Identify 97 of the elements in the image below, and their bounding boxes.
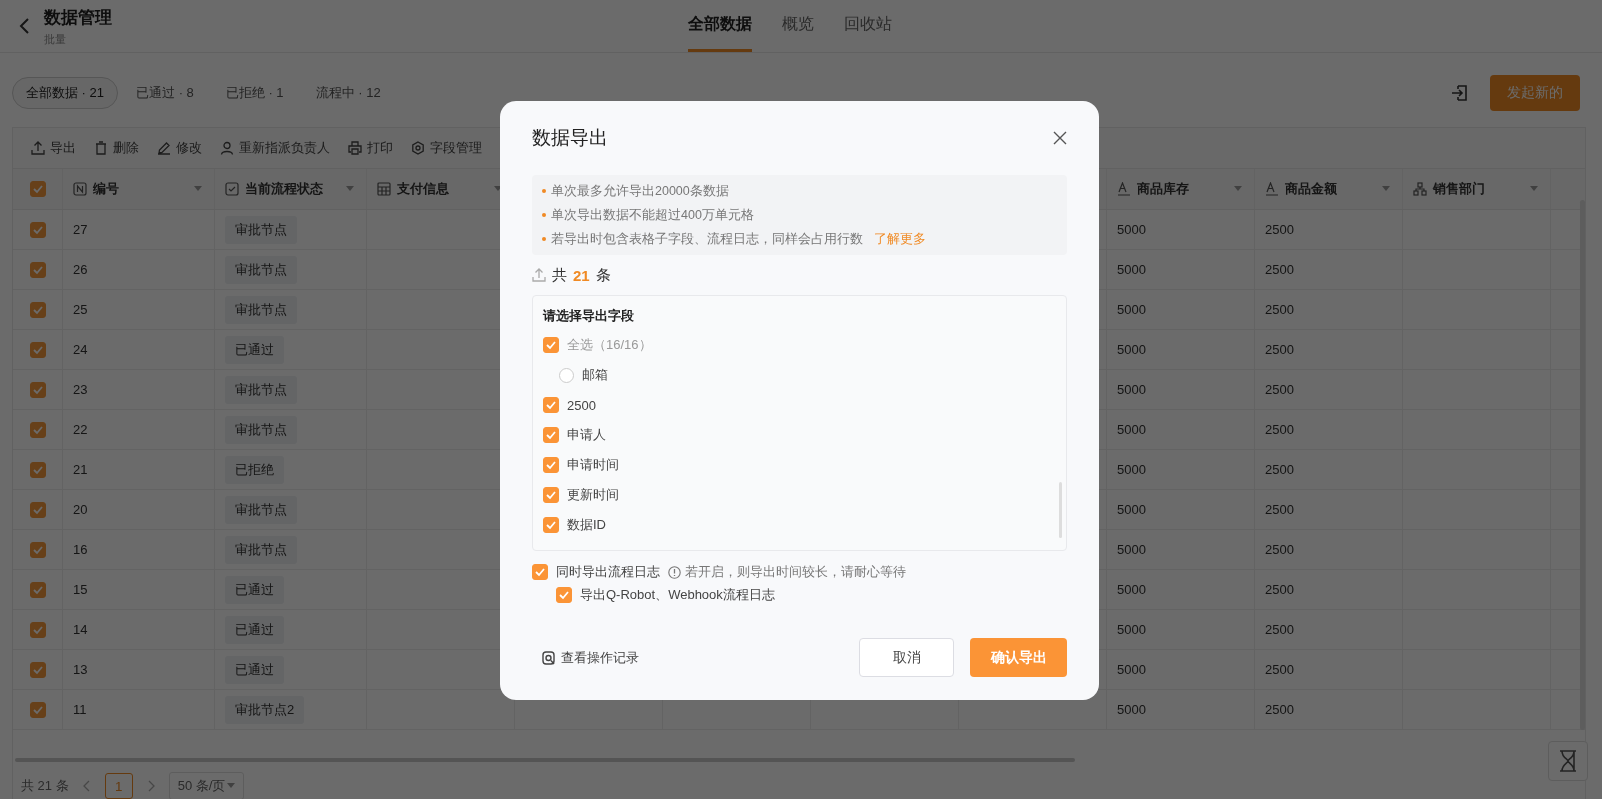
cancel-button[interactable]: 取消 [859,638,954,677]
count-label: 条 [595,265,611,285]
table-cell: 24 [73,342,88,357]
notice-text: 单次导出数据不能超过400万单元格 [551,206,754,224]
option-hint: 若开启，则导出时间较长，请耐心等待 [685,563,906,581]
status-tag: 已通过 [225,615,284,644]
field-label: 邮箱 [582,366,608,384]
table-cell: 2500 [1265,582,1294,597]
table-cell: 5000 [1117,662,1146,677]
history-link[interactable]: 查看操作记录 [542,648,639,667]
toolbar-button[interactable]: 字段管理 [405,139,488,157]
table-cell: 5000 [1117,422,1146,437]
status-tag: 审批节点2 [225,695,305,724]
table-cell: 15 [73,582,88,597]
table-cell: 25 [73,302,88,317]
page-size-select[interactable]: 50 条/页 [168,772,245,799]
filter-tab[interactable]: 流程中 · 12 [301,77,395,109]
table-cell: 11 [73,702,87,717]
toolbar-button[interactable]: 导出 [25,139,82,157]
table-cell: 5000 [1117,702,1146,717]
field-label: 全选（16/16） [567,336,652,354]
column-header[interactable]: 销售部门 [1403,169,1551,209]
confirm-export-button[interactable]: 确认导出 [970,638,1067,677]
table-cell: 23 [73,382,88,397]
table-cell: 2500 [1265,222,1294,237]
table-cell: 5000 [1117,302,1146,317]
learn-more-link[interactable]: 了解更多 [874,230,926,248]
table-cell: 14 [73,622,88,637]
toolbar-button[interactable]: 打印 [342,139,399,157]
table-cell: 2500 [1265,622,1294,637]
filter-tab[interactable]: 全部数据 · 21 [12,77,118,109]
field-list-title: 请选择导出字段 [543,307,635,325]
field-label: 申请时间 [567,456,619,474]
table-cell: 26 [73,262,88,277]
count-label: 共 [552,265,567,285]
toolbar-button[interactable]: 修改 [151,139,208,157]
nav-tab[interactable]: 回收站 [844,0,892,52]
toolbar-button[interactable]: 重新指派负责人 [214,139,336,157]
table-cell: 13 [73,662,88,677]
table-cell: 2500 [1265,502,1294,517]
dialog-title: 数据导出 [532,126,608,150]
column-header[interactable]: 当前流程状态 [215,169,367,209]
table-cell: 2500 [1265,542,1294,557]
table-cell: 20 [73,502,88,517]
filter-tab[interactable]: 已通过 · 8 [122,77,208,109]
table-cell: 5000 [1117,542,1146,557]
field-label: 申请人 [567,426,606,444]
option-label: 同时导出流程日志 [556,563,660,581]
page-title: 数据管理 [44,6,112,29]
table-cell: 5000 [1117,582,1146,597]
status-tag: 审批节点 [225,415,297,444]
table-cell: 5000 [1117,342,1146,357]
notice-text: 若导出时包含表格子字段、流程日志，同样会占用行数 [551,230,863,248]
table-cell: 27 [73,222,88,237]
table-cell: 21 [73,462,88,477]
table-cell: 2500 [1265,382,1294,397]
table-cell: 5000 [1117,382,1146,397]
status-tag: 审批节点 [225,535,297,564]
table-cell: 2500 [1265,702,1294,717]
nav-tab[interactable]: 全部数据 [688,0,752,52]
table-cell: 2500 [1265,302,1294,317]
status-tag: 审批节点 [225,215,297,244]
status-tag: 已通过 [225,575,284,604]
column-header[interactable]: 商品金额 [1255,169,1403,209]
page-button[interactable]: 1 [104,773,133,799]
table-cell: 5000 [1117,622,1146,637]
field-label: 数据ID [567,516,606,534]
nav-tab[interactable]: 概览 [782,0,814,52]
status-tag: 审批节点 [225,495,297,524]
status-tag: 审批节点 [225,295,297,324]
table-cell: 2500 [1265,262,1294,277]
status-tag: 已通过 [225,655,284,684]
option-label: 导出Q-Robot、Webhook流程日志 [580,586,775,604]
status-tag: 已通过 [225,335,284,364]
table-cell: 2500 [1265,662,1294,677]
column-header[interactable]: 编号 [63,169,215,209]
new-button[interactable]: 发起新的 [1490,75,1580,111]
record-count: 21 [573,266,590,284]
total-count: 共 21 条 [21,777,69,795]
notice-text: 单次最多允许导出20000条数据 [551,182,729,200]
table-cell: 16 [73,542,88,557]
status-tag: 已拒绝 [225,455,284,484]
field-label: 更新时间 [567,486,619,504]
column-header[interactable]: 商品库存 [1107,169,1255,209]
table-cell: 5000 [1117,262,1146,277]
status-tag: 审批节点 [225,375,297,404]
filter-tab[interactable]: 已拒绝 · 1 [211,77,298,109]
table-cell: 5000 [1117,502,1146,517]
table-cell: 5000 [1117,462,1146,477]
table-cell: 22 [73,422,88,437]
toolbar-button[interactable]: 删除 [88,139,145,157]
status-tag: 审批节点 [225,255,297,284]
table-cell: 2500 [1265,462,1294,477]
table-cell: 2500 [1265,342,1294,357]
table-cell: 2500 [1265,422,1294,437]
table-cell: 5000 [1117,222,1146,237]
field-label: 2500 [567,397,596,413]
